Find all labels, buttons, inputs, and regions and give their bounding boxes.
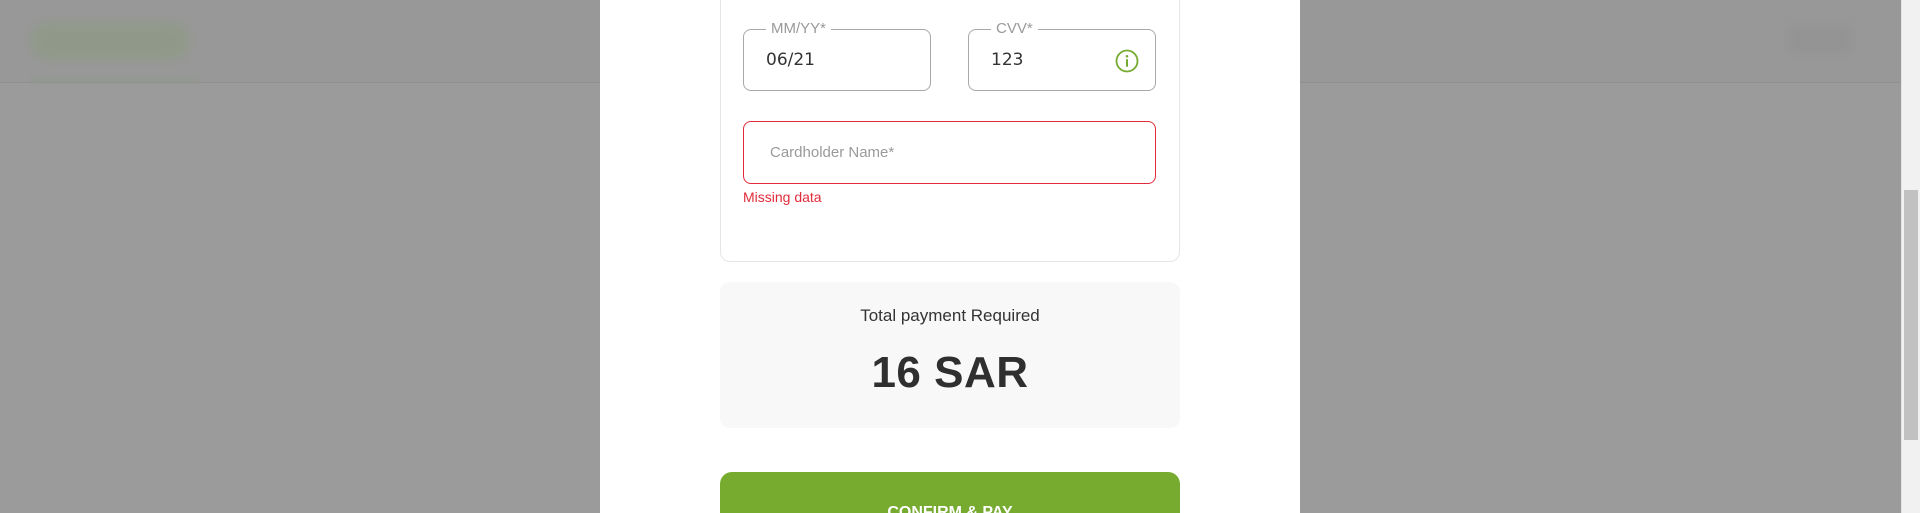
cvv-field[interactable]: CVV* 123 — [968, 20, 1156, 91]
background-header-item — [1790, 26, 1850, 52]
info-icon[interactable] — [1115, 49, 1139, 73]
cardholder-name-placeholder: Cardholder Name* — [770, 144, 895, 161]
total-payment-amount: 16 SAR — [871, 348, 1029, 397]
expiry-field[interactable]: MM/YY* 06/21 — [743, 20, 931, 91]
expiry-value[interactable]: 06/21 — [766, 30, 815, 90]
payment-modal: MM/YY* 06/21 CVV* 123 Cardholder Name* M… — [600, 0, 1300, 513]
page-scrollbar[interactable] — [1901, 0, 1920, 513]
background-logo-underline — [30, 78, 200, 82]
cardholder-name-error: Missing data — [743, 189, 822, 205]
total-payment-box: Total payment Required 16 SAR — [720, 282, 1180, 428]
cardholder-name-field[interactable]: Cardholder Name* — [743, 121, 1156, 184]
total-payment-label: Total payment Required — [860, 306, 1040, 325]
cvv-value[interactable]: 123 — [991, 30, 1023, 90]
confirm-pay-button[interactable]: CONFIRM & PAY — [720, 472, 1180, 513]
background-logo — [30, 22, 190, 60]
scrollbar-thumb[interactable] — [1904, 190, 1918, 440]
